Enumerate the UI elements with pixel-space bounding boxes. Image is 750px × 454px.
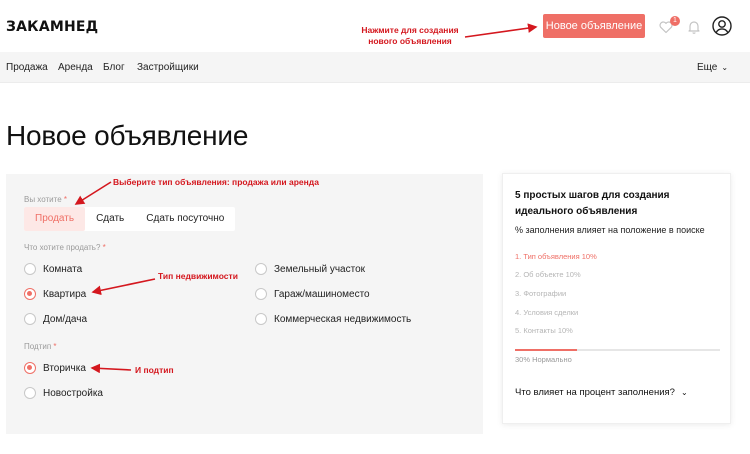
radio-button[interactable] bbox=[255, 263, 267, 275]
chevron-down-icon: ⌄ bbox=[721, 63, 729, 72]
radio-secondary[interactable]: Вторичка bbox=[24, 362, 86, 374]
step-item: 5. Контакты 10% bbox=[515, 326, 573, 335]
site-logo[interactable]: ЗАКАМНЕД bbox=[6, 19, 98, 35]
deal-type-sell[interactable]: Продать bbox=[24, 207, 86, 231]
nav-item-blog[interactable]: Блог bbox=[103, 62, 125, 73]
page-title: Новое объявление bbox=[6, 120, 249, 151]
radio-button[interactable] bbox=[24, 387, 36, 399]
fill-faq-toggle[interactable]: Что влияет на процент заполнения? ⌄ bbox=[515, 387, 688, 398]
step-item: 2. Об объекте 10% bbox=[515, 270, 581, 279]
main-nav: Продажа Аренда Блог Застройщики Еще ⌄ bbox=[0, 52, 750, 83]
new-ad-button[interactable]: Новое объявление bbox=[543, 14, 645, 38]
radio-button[interactable] bbox=[255, 313, 267, 325]
nav-item-sale[interactable]: Продажа bbox=[6, 62, 48, 73]
favorites-count-badge: 1 bbox=[670, 16, 680, 26]
radio-land[interactable]: Земельный участок bbox=[255, 263, 365, 275]
annotation-property-type: Тип недвижимости bbox=[158, 271, 238, 281]
fill-progress-bar bbox=[515, 349, 720, 351]
subtype-label: Подтип * bbox=[24, 342, 57, 351]
radio-room[interactable]: Комната bbox=[24, 263, 82, 275]
radio-button[interactable] bbox=[255, 288, 267, 300]
bell-icon[interactable] bbox=[686, 19, 702, 35]
radio-apartment[interactable]: Квартира bbox=[24, 288, 86, 300]
step-item: 3. Фотографии bbox=[515, 289, 567, 298]
nav-item-rent[interactable]: Аренда bbox=[58, 62, 93, 73]
radio-button-checked[interactable] bbox=[24, 288, 36, 300]
radio-button-checked[interactable] bbox=[24, 362, 36, 374]
radio-button[interactable] bbox=[24, 313, 36, 325]
nav-item-developers[interactable]: Застройщики bbox=[137, 62, 199, 73]
nav-more-menu[interactable]: Еще ⌄ bbox=[697, 62, 728, 73]
chevron-down-icon: ⌄ bbox=[680, 388, 688, 397]
tips-subtitle: % заполнения влияет на положение в поиск… bbox=[515, 225, 705, 235]
radio-button[interactable] bbox=[24, 263, 36, 275]
step-item: 1. Тип объявления 10% bbox=[515, 252, 597, 261]
deal-type-rent[interactable]: Сдать bbox=[85, 207, 135, 231]
user-icon[interactable] bbox=[712, 16, 732, 36]
deal-type-switch: Продать Сдать Сдать посуточно bbox=[24, 207, 236, 231]
annotation-new-ad: Нажмите для создания нового объявления bbox=[361, 25, 459, 46]
fill-progress-value bbox=[515, 349, 577, 351]
deal-type-daily-rent[interactable]: Сдать посуточно bbox=[135, 207, 235, 231]
radio-house[interactable]: Дом/дача bbox=[24, 313, 87, 325]
property-type-label: Что хотите продать? * bbox=[24, 243, 106, 252]
step-item: 4. Условия сделки bbox=[515, 308, 579, 317]
ad-form: Вы хотите * Продать Сдать Сдать посуточн… bbox=[6, 174, 483, 434]
radio-commercial[interactable]: Коммерческая недвижимость bbox=[255, 313, 411, 325]
tips-card: 5 простых шагов для создания идеального … bbox=[502, 173, 731, 424]
radio-garage[interactable]: Гараж/машиноместо bbox=[255, 288, 370, 300]
fill-progress-text: 30% Нормально bbox=[515, 355, 572, 364]
tips-title: 5 простых шагов для создания идеального … bbox=[515, 190, 670, 217]
radio-new-building[interactable]: Новостройка bbox=[24, 387, 103, 399]
deal-type-label: Вы хотите * bbox=[24, 195, 68, 204]
nav-more-label: Еще bbox=[697, 62, 718, 73]
annotation-deal-type: Выберите тип объявления: продажа или аре… bbox=[113, 177, 319, 187]
annotation-subtype: И подтип bbox=[135, 365, 174, 375]
